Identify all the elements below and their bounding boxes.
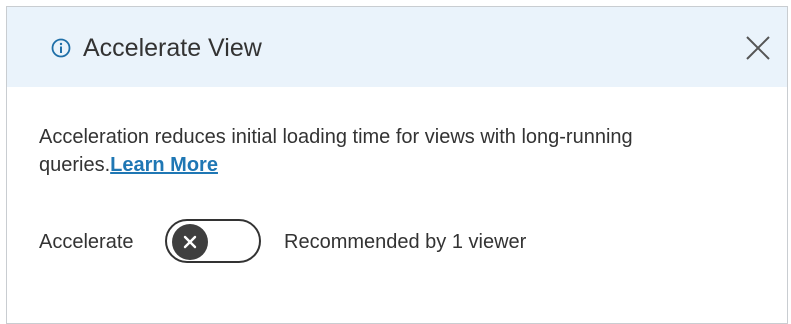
accelerate-toggle[interactable] (165, 219, 261, 263)
learn-more-link[interactable]: Learn More (110, 154, 218, 176)
dialog-header: Accelerate View (7, 7, 787, 87)
accelerate-label: Accelerate (39, 231, 134, 253)
close-icon[interactable] (743, 33, 773, 63)
dialog-description: Acceleration reduces initial loading tim… (39, 123, 719, 179)
close-button[interactable] (743, 33, 773, 63)
toggle-knob[interactable] (172, 224, 208, 260)
recommendation-text: Recommended by 1 viewer (284, 231, 527, 253)
x-icon (183, 235, 197, 249)
info-icon (51, 38, 71, 58)
dialog-title: Accelerate View (83, 34, 262, 62)
accelerate-view-dialog: Accelerate View Acceleration reduces ini… (6, 6, 788, 324)
